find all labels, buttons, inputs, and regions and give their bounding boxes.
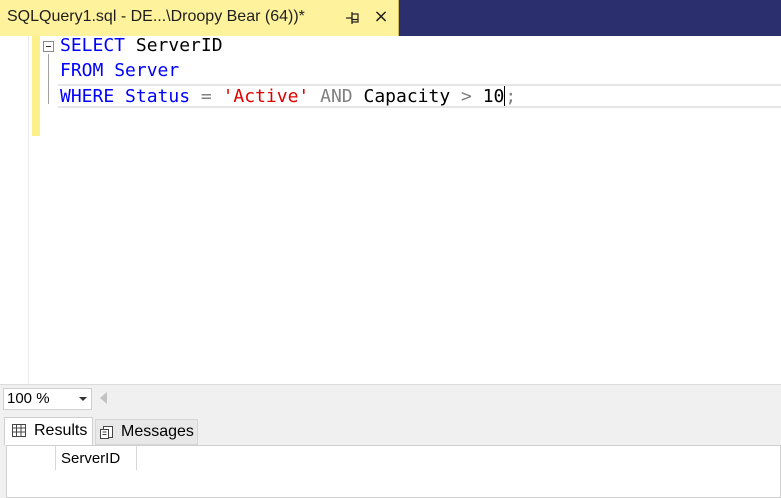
zoom-dropdown[interactable]: 100 % (3, 388, 92, 410)
tab-results-label: Results (34, 422, 88, 439)
query-editor[interactable]: SELECT ServerID FROM Server WHERE Status… (0, 34, 781, 384)
code-line-1[interactable]: SELECT ServerID (60, 34, 223, 58)
operator-greater-than: > (461, 86, 472, 107)
tab-messages[interactable]: Messages (95, 419, 198, 445)
selection-margin (28, 36, 29, 384)
results-grid[interactable]: ServerID (6, 445, 781, 498)
keyword-where: WHERE (60, 86, 115, 107)
keyword-select: SELECT (60, 35, 126, 56)
column-header-serverid[interactable]: ServerID (56, 446, 137, 470)
zoom-value: 100 % (7, 390, 50, 407)
pin-icon[interactable] (346, 12, 360, 24)
code-table-name: Server (103, 60, 180, 81)
messages-icon (100, 426, 113, 439)
code-line-3[interactable]: WHERE Status = 'Active' AND Capacity > 1… (60, 85, 516, 109)
grid-row-header[interactable] (7, 446, 56, 470)
tab-messages-label: Messages (121, 423, 194, 440)
code-text: ServerID (125, 35, 223, 56)
code-column-status: Status (114, 86, 201, 107)
query-document-tab[interactable]: SQLQuery1.sql - DE...\Droopy Bear (64))*… (0, 0, 399, 36)
tab-results[interactable]: Results (4, 417, 93, 445)
editor-status-bar: 100 % (0, 384, 781, 412)
operator-and: AND (320, 86, 353, 107)
change-tracking-bar (32, 36, 40, 136)
tab-title[interactable]: SQLQuery1.sql - DE...\Droopy Bear (64))* (7, 8, 305, 26)
string-literal: 'Active' (222, 86, 310, 107)
chevron-down-icon (79, 397, 87, 401)
keyword-from: FROM (60, 60, 104, 81)
grid-icon (12, 424, 26, 437)
results-panel: Results Messages ServerID (0, 412, 781, 498)
code-column-capacity: Capacity (352, 86, 462, 107)
scroll-left-arrow-icon[interactable] (100, 392, 107, 404)
document-tab-strip: SQLQuery1.sql - DE...\Droopy Bear (64))*… (0, 0, 781, 36)
code-line-2[interactable]: FROM Server (60, 59, 179, 83)
operator-equals: = (200, 86, 212, 107)
collapse-region-icon[interactable] (43, 41, 54, 52)
code-number: 10 (471, 86, 505, 107)
close-tab-button[interactable]: × (372, 8, 390, 26)
outline-bracket (48, 54, 49, 104)
statement-terminator: ; (505, 86, 517, 107)
